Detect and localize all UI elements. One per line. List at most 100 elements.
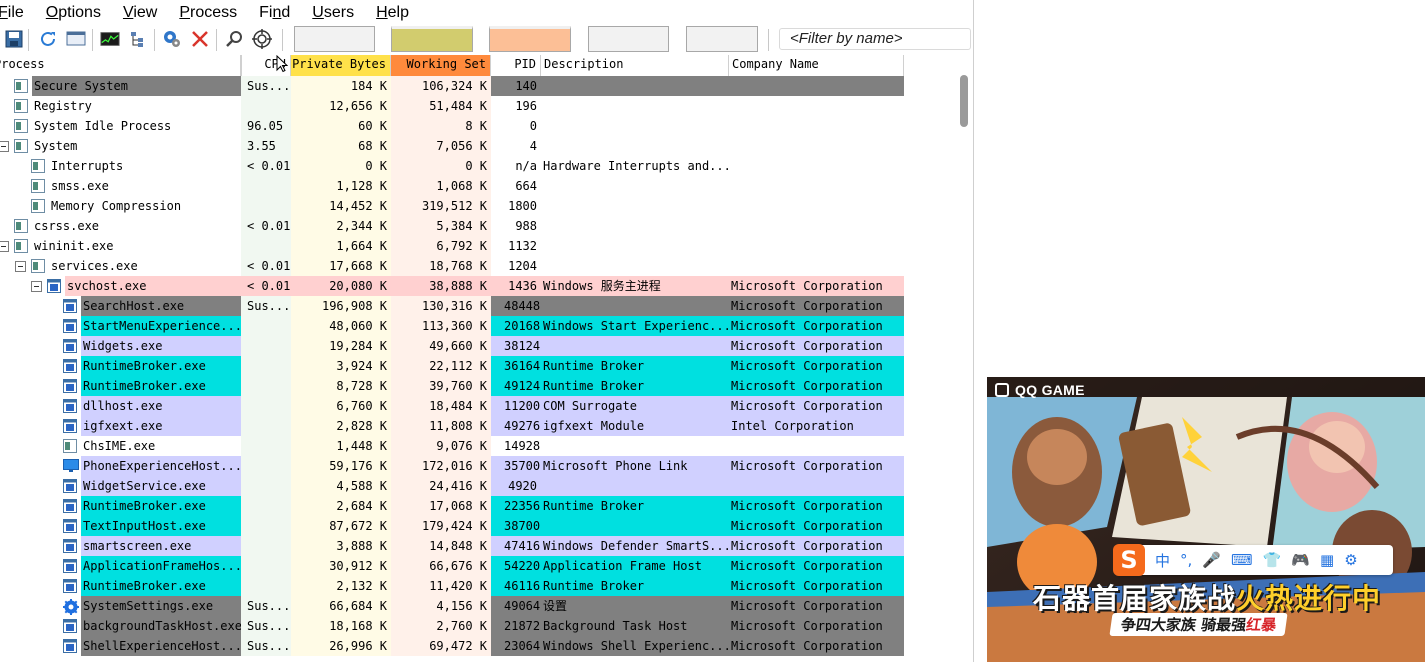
process-name-cell[interactable]: Widgets.exe xyxy=(0,336,241,356)
tree-collapse-icon[interactable] xyxy=(0,241,9,252)
process-name-cell[interactable]: svchost.exe xyxy=(0,276,241,296)
properties-gear-icon[interactable] xyxy=(162,29,182,49)
process-name-cell[interactable]: TextInputHost.exe xyxy=(0,516,241,536)
process-name-cell[interactable]: Registry xyxy=(0,96,241,116)
process-row[interactable]: SearchHost.exe Sus... 196,908 K 130,316 K 48… xyxy=(0,296,905,316)
tree-collapse-icon[interactable] xyxy=(15,261,26,272)
process-name-cell[interactable]: ShellExperienceHost... xyxy=(0,636,241,656)
ime-toolbox-icon[interactable]: ▦ xyxy=(1320,551,1334,569)
menu-find[interactable]: Find xyxy=(259,4,290,22)
io-graph[interactable] xyxy=(588,26,669,52)
process-row[interactable]: Widgets.exe 19,284 K 49,660 K 38124 Microsof… xyxy=(0,336,905,356)
process-row[interactable]: Secure System Sus... 184 K 106,324 K 140 xyxy=(0,76,905,96)
process-name-cell[interactable]: RuntimeBroker.exe xyxy=(0,496,241,516)
process-name-cell[interactable]: ChsIME.exe xyxy=(0,436,241,456)
menu-process[interactable]: Process xyxy=(179,4,237,22)
save-icon[interactable] xyxy=(4,29,24,49)
process-row[interactable]: Registry 12,656 K 51,484 K 196 xyxy=(0,96,905,116)
process-row[interactable]: smss.exe 1,128 K 1,068 K 664 xyxy=(0,176,905,196)
menu-file[interactable]: File xyxy=(0,4,24,22)
process-name-cell[interactable]: smss.exe xyxy=(0,176,241,196)
process-name-cell[interactable]: PhoneExperienceHost... xyxy=(0,456,241,476)
tree-icon[interactable] xyxy=(128,29,148,49)
process-name-cell[interactable]: WidgetService.exe xyxy=(0,476,241,496)
process-row[interactable]: svchost.exe < 0.01 20,080 K 38,888 K 1436 Win… xyxy=(0,276,905,296)
ime-settings-icon[interactable]: ⚙ xyxy=(1344,551,1357,569)
find-icon[interactable] xyxy=(224,29,244,49)
filter-input[interactable]: <Filter by name> xyxy=(779,28,971,50)
process-name-cell[interactable]: System xyxy=(0,136,241,156)
process-row[interactable]: StartMenuExperience... 48,060 K 113,360 K2… xyxy=(0,316,905,336)
col-company[interactable]: Company Name xyxy=(729,55,904,76)
col-private-bytes[interactable]: Private Bytes xyxy=(291,55,391,76)
process-name-cell[interactable]: services.exe xyxy=(0,256,241,276)
qq-game-ad-banner[interactable]: QQ GAME S 中 °, 🎤 ⌨ 👕 🎮 ▦ ⚙ 石器首届家族战火热进行中 … xyxy=(987,377,1425,662)
menu-help[interactable]: Help xyxy=(376,4,409,22)
process-name-cell[interactable]: RuntimeBroker.exe xyxy=(0,356,241,376)
process-row[interactable]: wininit.exe 1,664 K 6,792 K 1132 xyxy=(0,236,905,256)
process-row[interactable]: TextInputHost.exe 87,672 K 179,424 K 38700 M… xyxy=(0,516,905,536)
process-row[interactable]: Memory Compression 14,452 K 319,512 K 1800 xyxy=(0,196,905,216)
scrollbar-thumb[interactable] xyxy=(960,75,968,127)
process-name-cell[interactable]: dllhost.exe xyxy=(0,396,241,416)
menu-view[interactable]: View xyxy=(123,4,157,22)
physical-memory-graph[interactable] xyxy=(489,26,571,52)
process-name-cell[interactable]: RuntimeBroker.exe xyxy=(0,576,241,596)
window-icon[interactable] xyxy=(66,29,86,49)
tree-collapse-icon[interactable] xyxy=(31,281,42,292)
process-row[interactable]: RuntimeBroker.exe 2,684 K 17,068 K 22356 Run… xyxy=(0,496,905,516)
process-name-cell[interactable]: wininit.exe xyxy=(0,236,241,256)
process-name-cell[interactable]: Secure System xyxy=(0,76,241,96)
col-working-set[interactable]: Working Set xyxy=(391,55,491,76)
process-row[interactable]: System Idle Process 96.05 60 K8 K 0 xyxy=(0,116,905,136)
sogou-logo-icon[interactable]: S xyxy=(1113,544,1145,576)
process-name-cell[interactable]: SearchHost.exe xyxy=(0,296,241,316)
process-row[interactable]: igfxext.exe 2,828 K 11,808 K 49276 igfxext M… xyxy=(0,416,905,436)
tree-collapse-icon[interactable] xyxy=(0,141,9,152)
process-row[interactable]: ShellExperienceHost... Sus... 26,996 K 69,4… xyxy=(0,636,905,656)
process-row[interactable]: RuntimeBroker.exe 2,132 K 11,420 K 46116 Run… xyxy=(0,576,905,596)
col-pid[interactable]: PID xyxy=(491,55,541,76)
process-name-cell[interactable]: igfxext.exe xyxy=(0,416,241,436)
process-name-cell[interactable]: csrss.exe xyxy=(0,216,241,236)
kill-process-icon[interactable] xyxy=(190,29,210,49)
ime-skin-icon[interactable]: 👕 xyxy=(1263,551,1282,569)
process-name-cell[interactable]: SystemSettings.exe xyxy=(0,596,241,616)
process-name-cell[interactable]: RuntimeBroker.exe xyxy=(0,376,241,396)
menu-options[interactable]: Options xyxy=(46,4,101,22)
ime-chinese-mode[interactable]: 中 xyxy=(1155,550,1170,571)
commit-graph[interactable] xyxy=(391,26,473,52)
ime-punctuation-icon[interactable]: °, xyxy=(1180,551,1192,569)
process-row[interactable]: SystemSettings.exe Sus... 66,684 K 4,156 K4… xyxy=(0,596,905,616)
ime-toolbar[interactable]: S 中 °, 🎤 ⌨ 👕 🎮 ▦ ⚙ xyxy=(1113,544,1393,576)
target-icon[interactable] xyxy=(252,29,272,49)
process-name-cell[interactable]: Memory Compression xyxy=(0,196,241,216)
process-name-cell[interactable]: StartMenuExperience... xyxy=(0,316,241,336)
gpu-graph[interactable] xyxy=(686,26,758,52)
process-row[interactable]: System 3.55 68 K 7,056 K 4 xyxy=(0,136,905,156)
col-description[interactable]: Description xyxy=(541,55,729,76)
refresh-icon[interactable] xyxy=(38,29,58,49)
ime-voice-icon[interactable]: 🎤 xyxy=(1202,551,1221,569)
process-name-cell[interactable]: Interrupts xyxy=(0,156,241,176)
process-row[interactable]: csrss.exe < 0.01 2,344 K 5,384 K 988 xyxy=(0,216,905,236)
col-process[interactable]: Process xyxy=(0,55,241,76)
process-row[interactable]: ApplicationFrameHos... 30,912 K 66,676 K 54… xyxy=(0,556,905,576)
process-row[interactable]: RuntimeBroker.exe 3,924 K 22,112 K 36164 Run… xyxy=(0,356,905,376)
process-name-cell[interactable]: System Idle Process xyxy=(0,116,241,136)
process-name-cell[interactable]: ApplicationFrameHos... xyxy=(0,556,241,576)
vertical-scrollbar[interactable] xyxy=(957,55,973,662)
menu-users[interactable]: Users xyxy=(312,4,354,22)
process-row[interactable]: Interrupts < 0.01 0 K0 Kn/a Hardware Interr… xyxy=(0,156,905,176)
process-row[interactable]: services.exe < 0.01 17,668 K 18,768 K 1204 xyxy=(0,256,905,276)
process-row[interactable]: dllhost.exe 6,760 K 18,484 K 11200 COM Surro… xyxy=(0,396,905,416)
cpu-graph-icon[interactable] xyxy=(100,29,120,49)
ime-game-icon[interactable]: 🎮 xyxy=(1291,551,1310,569)
process-row[interactable]: WidgetService.exe 4,588 K 24,416 K 4920 xyxy=(0,476,905,496)
process-row[interactable]: PhoneExperienceHost... 59,176 K 172,016 K3… xyxy=(0,456,905,476)
process-row[interactable]: ChsIME.exe 1,448 K 9,076 K 14928 xyxy=(0,436,905,456)
process-row[interactable]: backgroundTaskHost.exe Sus... 18,168 K 2,76… xyxy=(0,616,905,636)
ime-keyboard-icon[interactable]: ⌨ xyxy=(1231,551,1253,569)
process-name-cell[interactable]: backgroundTaskHost.exe xyxy=(0,616,241,636)
cpu-graph[interactable] xyxy=(294,26,375,52)
